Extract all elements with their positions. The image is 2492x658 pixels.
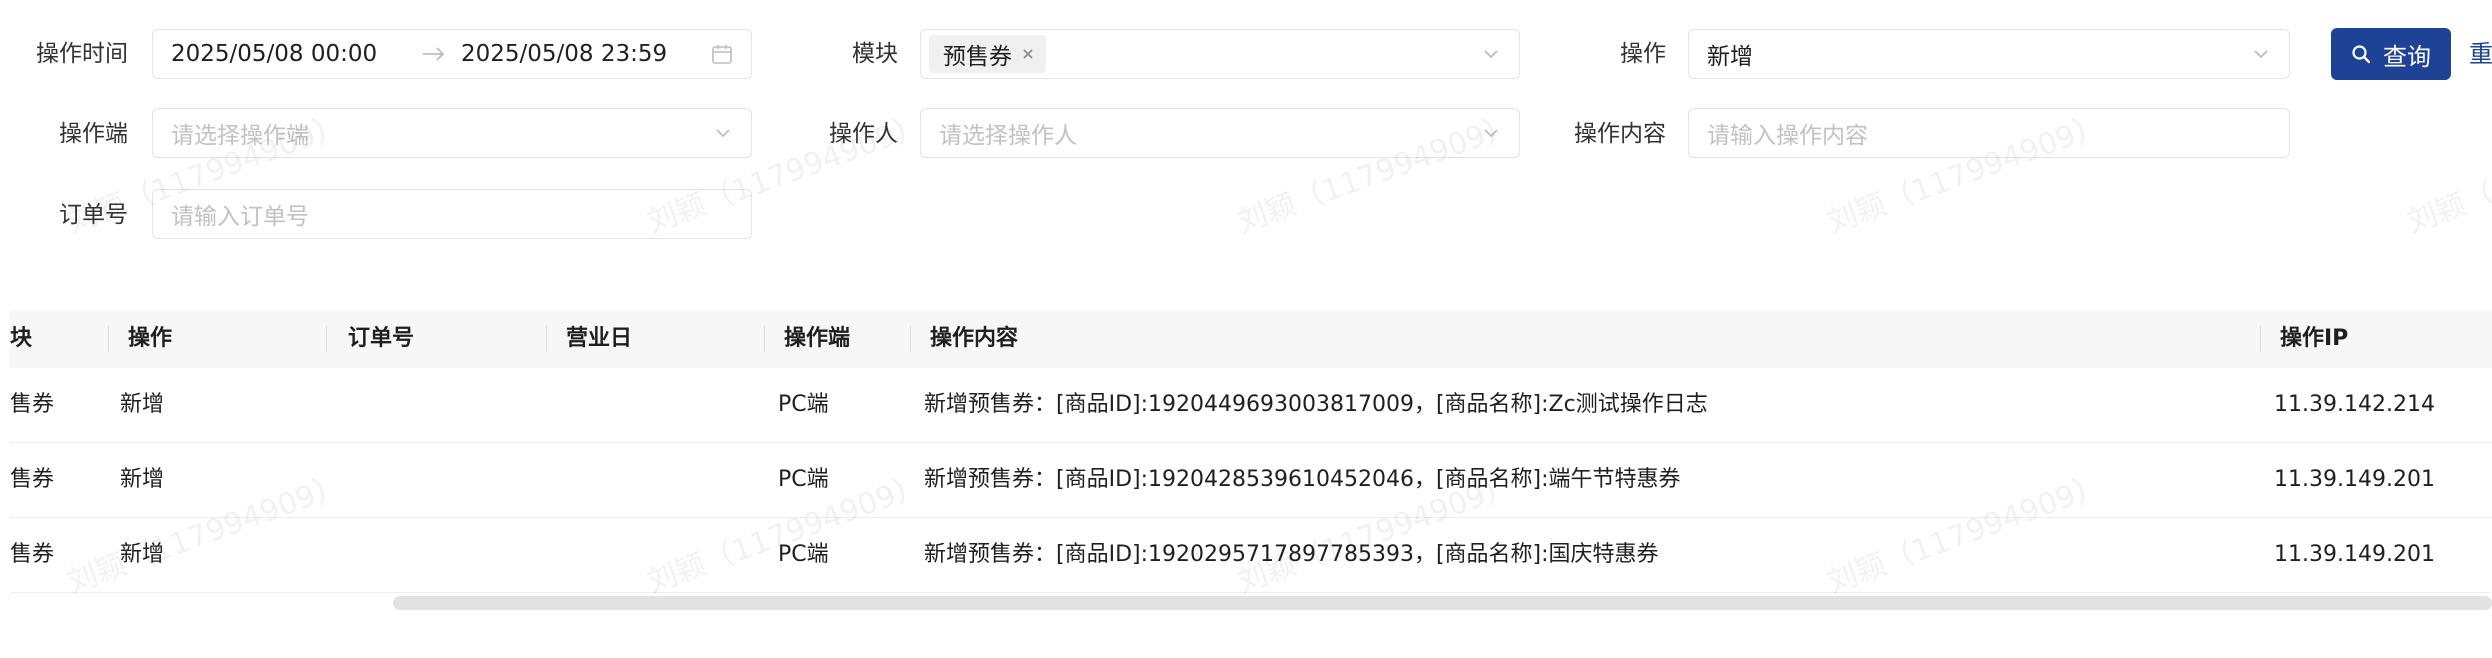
query-button-label: 查询 <box>2383 42 2431 71</box>
op-time-end[interactable]: 2025/05/08 23:59 <box>461 30 667 78</box>
column-divider <box>764 326 765 352</box>
module-label: 模块 <box>852 41 898 67</box>
table-row[interactable]: 售券 新增 PC端 新增预售券：[商品ID]:19204496930038170… <box>10 368 2492 443</box>
terminal-select[interactable]: 请选择操作端 <box>152 108 752 158</box>
column-header-ip: 操作IP <box>2280 326 2349 351</box>
operator-label: 操作人 <box>829 121 898 147</box>
cell-operation: 新增 <box>120 467 165 492</box>
cell-terminal: PC端 <box>778 542 829 567</box>
table-row[interactable]: 售券 新增 PC端 新增预售券：[商品ID]:19204285396104520… <box>10 443 2492 518</box>
chevron-down-icon <box>1484 50 1498 59</box>
column-divider <box>326 326 327 352</box>
operation-label: 操作 <box>1620 41 1666 67</box>
order-no-placeholder: 请输入订单号 <box>171 204 309 230</box>
column-divider <box>546 326 547 352</box>
cell-terminal: PC端 <box>778 392 829 417</box>
order-no-input[interactable]: 请输入订单号 <box>152 189 752 239</box>
terminal-label: 操作端 <box>59 121 128 147</box>
table-row[interactable]: 售券 新增 PC端 新增预售券：[商品ID]:19202957178977853… <box>10 518 2492 593</box>
chevron-down-icon <box>1484 129 1498 138</box>
watermark: 刘颖（1179949​09） <box>2402 107 2492 241</box>
column-divider <box>108 326 109 352</box>
column-divider <box>2260 326 2261 352</box>
cell-content: 新增预售券：[商品ID]:1920449693003817009，[商品名称]:… <box>924 392 1708 417</box>
op-time-label: 操作时间 <box>36 41 128 67</box>
column-header-order-no: 订单号 <box>348 326 415 351</box>
horizontal-scrollbar[interactable] <box>393 596 2492 610</box>
column-header-operation: 操作 <box>128 326 173 351</box>
reset-button[interactable]: 重 <box>2469 28 2492 80</box>
cell-module: 售券 <box>10 392 55 417</box>
cell-ip: 11.39.149.201 <box>2274 467 2435 492</box>
cell-terminal: PC端 <box>778 467 829 492</box>
column-header-content: 操作内容 <box>930 326 1019 351</box>
op-time-start[interactable]: 2025/05/08 00:00 <box>171 30 377 78</box>
terminal-placeholder: 请选择操作端 <box>171 123 309 149</box>
cell-content: 新增预售券：[商品ID]:1920428539610452046，[商品名称]:… <box>924 467 1681 492</box>
content-placeholder: 请输入操作内容 <box>1707 123 1868 149</box>
column-header-terminal: 操作端 <box>784 326 851 351</box>
module-select[interactable]: 预售券 <box>920 29 1520 79</box>
column-divider <box>910 326 911 352</box>
cell-operation: 新增 <box>120 392 165 417</box>
content-input[interactable]: 请输入操作内容 <box>1688 108 2290 158</box>
search-icon <box>2352 45 2371 64</box>
cell-module: 售券 <box>10 467 55 492</box>
operation-select[interactable]: 新增 <box>1688 29 2290 79</box>
calendar-icon <box>712 45 732 64</box>
arrow-right-icon <box>423 47 445 61</box>
order-no-label: 订单号 <box>59 202 128 228</box>
op-time-range-picker[interactable]: 2025/05/08 00:00 2025/05/08 23:59 <box>152 29 752 79</box>
column-header-business-day: 营业日 <box>566 326 633 351</box>
chevron-down-icon <box>716 129 730 138</box>
column-header-module: 块 <box>10 326 33 351</box>
module-tag-label: 预售券 <box>943 44 1012 70</box>
operator-placeholder: 请选择操作人 <box>939 123 1077 149</box>
query-button[interactable]: 查询 <box>2331 28 2451 80</box>
table-header: 块 操作 订单号 营业日 操作端 操作内容 操作IP <box>10 310 2492 368</box>
cell-ip: 11.39.142.214 <box>2274 392 2435 417</box>
cell-operation: 新增 <box>120 542 165 567</box>
close-icon[interactable] <box>1020 46 1036 62</box>
chevron-down-icon <box>2254 50 2268 59</box>
cell-content: 新增预售券：[商品ID]:1920295717897785393，[商品名称]:… <box>924 542 1659 567</box>
cell-module: 售券 <box>10 542 55 567</box>
operation-value: 新增 <box>1707 44 1753 70</box>
operator-select[interactable]: 请选择操作人 <box>920 108 1520 158</box>
operation-log-page: 操作时间 2025/05/08 00:00 2025/05/08 23:59 模… <box>0 0 2492 658</box>
cell-ip: 11.39.149.201 <box>2274 542 2435 567</box>
log-table: 块 操作 订单号 营业日 操作端 操作内容 操作IP 售券 新增 PC端 新增预… <box>10 310 2492 610</box>
content-label: 操作内容 <box>1574 121 1666 147</box>
module-tag: 预售券 <box>929 35 1046 73</box>
